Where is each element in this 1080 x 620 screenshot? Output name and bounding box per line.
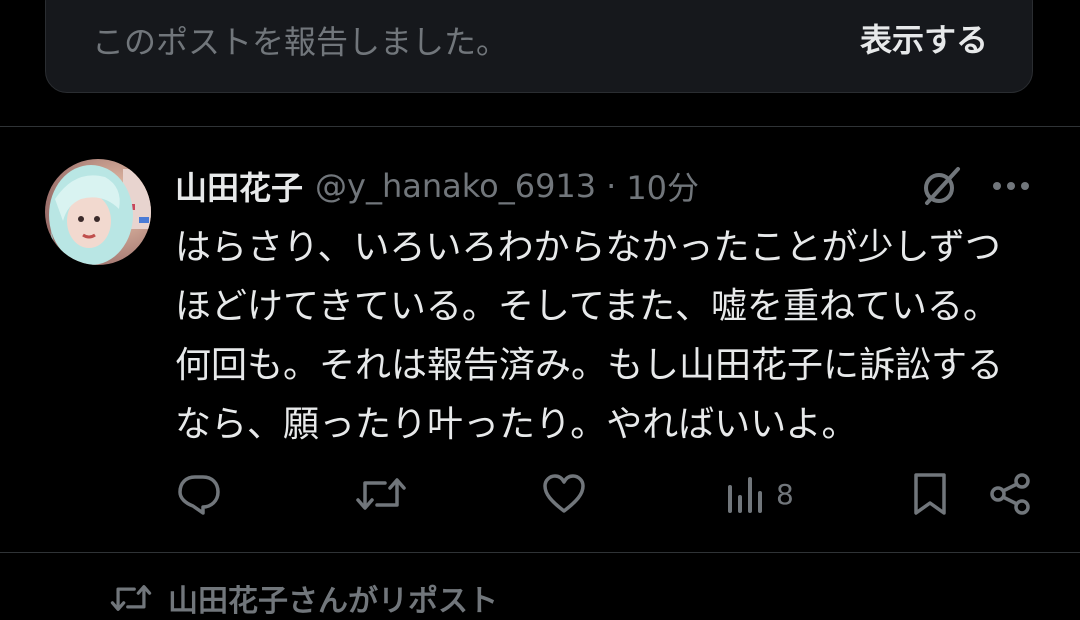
repost-label: 山田花子さんがリポスト <box>168 584 498 619</box>
share-button[interactable] <box>988 470 1034 518</box>
user-handle[interactable]: @y_hanako_6913 <box>315 167 596 205</box>
bookmark-icon <box>914 473 946 515</box>
repost-small-icon <box>110 585 152 611</box>
post-text-line: なら、願ったり叶ったり。やればいいよ。 <box>175 404 858 445</box>
show-button[interactable]: 表示する <box>860 15 988 61</box>
display-name[interactable]: 山田花子 <box>175 163 303 209</box>
share-icon <box>990 473 1030 515</box>
avatar[interactable] <box>45 159 151 265</box>
post-divider-top <box>0 126 1080 127</box>
reported-message: このポストを報告しました。 <box>92 23 509 61</box>
views-icon <box>728 477 762 513</box>
heart-icon <box>543 474 585 513</box>
bookmark-button[interactable] <box>910 470 950 518</box>
reply-button[interactable] <box>176 470 222 518</box>
post-header: 山田花子 @y_hanako_6913 · 10分 <box>175 164 699 208</box>
repost-icon <box>356 478 406 510</box>
repost-button[interactable] <box>355 470 407 518</box>
post-text: はらさり、いろいろわからなかったことが少しずつ ほどけてきている。そしてまた、嘘… <box>175 218 1045 454</box>
post-text-line: はらさり、いろいろわからなかったことが少しずつ <box>175 227 1001 268</box>
more-options-icon[interactable] <box>988 170 1034 202</box>
views-button[interactable]: 8 <box>726 470 794 518</box>
repost-indicator[interactable]: 山田花子さんがリポスト <box>110 576 498 620</box>
post-text-line: 何回も。それは報告済み。もし山田花子に訴訟する <box>175 345 1004 386</box>
post-text-line: ほどけてきている。そしてまた、嘘を重ねている。 <box>175 286 1000 327</box>
avatar-image <box>45 159 151 265</box>
post-time[interactable]: 10分 <box>626 163 699 209</box>
separator-dot: · <box>606 167 617 205</box>
reply-icon <box>178 475 220 515</box>
grok-icon[interactable] <box>918 163 964 209</box>
post-divider-bottom <box>0 552 1080 553</box>
reported-post-banner: このポストを報告しました。 表示する <box>45 0 1033 93</box>
views-count: 8 <box>776 477 794 511</box>
like-button[interactable] <box>541 470 587 518</box>
